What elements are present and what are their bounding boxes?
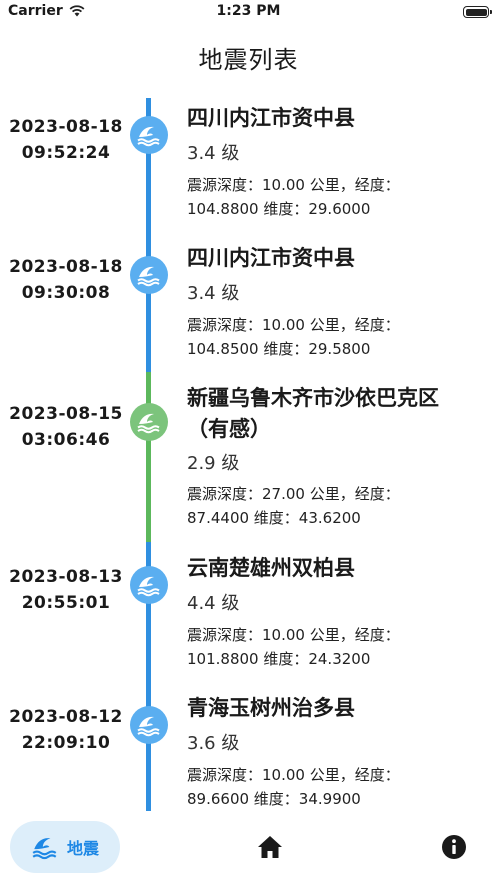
- timeline-node: [130, 256, 168, 294]
- event-magnitude: 3.6 级: [187, 733, 240, 754]
- event-date-time: 03:06:46: [21, 430, 111, 450]
- tab-earthquakes[interactable]: 地震: [10, 821, 120, 873]
- event-detail: 震源深度：10.00 公里，经度： 104.8500 维度：29.5800: [187, 313, 487, 361]
- event-magnitude: 3.4 级: [187, 143, 240, 164]
- page-title: 地震列表: [198, 46, 299, 74]
- event-detail: 震源深度：10.00 公里，经度： 104.8800 维度：29.6000: [187, 173, 487, 221]
- event-magnitude: 4.4 级: [187, 593, 240, 614]
- event-location-line: 新疆乌鲁木齐市沙依巴克区: [187, 386, 439, 410]
- tab-bar: 地震: [0, 811, 497, 883]
- event-date-day: 2023-08-18: [9, 117, 123, 137]
- earthquake-timeline[interactable]: 2023-08-18 09:52:24 四川内江市资中县 3.4 级 震源深度：…: [0, 98, 497, 811]
- event-detail: 震源深度：27.00 公里，经度： 87.4400 维度：43.6200: [187, 482, 487, 530]
- status-time: 1:23 PM: [216, 3, 281, 19]
- timeline-node: [130, 116, 168, 154]
- event-date: 2023-08-18 09:52:24: [0, 114, 132, 166]
- event-coordinates: 101.8800 维度：24.3200: [187, 650, 371, 668]
- event-coordinates: 104.8500 维度：29.5800: [187, 340, 371, 358]
- timeline-node: [130, 403, 168, 441]
- event-location: 青海玉树州治多县: [187, 696, 355, 720]
- event-depth-longitude: 震源深度：10.00 公里，经度：: [187, 316, 400, 334]
- event-date-time: 20:55:01: [21, 593, 111, 613]
- event-depth-longitude: 震源深度：27.00 公里，经度：: [187, 485, 400, 503]
- event-magnitude: 2.9 级: [187, 453, 240, 474]
- event-depth-longitude: 震源深度：10.00 公里，经度：: [187, 176, 400, 194]
- event-date-day: 2023-08-12: [9, 707, 123, 727]
- home-icon[interactable]: [257, 835, 283, 859]
- event-depth-longitude: 震源深度：10.00 公里，经度：: [187, 626, 400, 644]
- event-location: 云南楚雄州双柏县: [187, 556, 355, 580]
- event-date-time: 09:52:24: [21, 143, 111, 163]
- event-magnitude: 3.4 级: [187, 283, 240, 304]
- event-date: 2023-08-18 09:30:08: [0, 254, 132, 306]
- event-felt-note: （有感）: [187, 417, 271, 441]
- event-date: 2023-08-13 20:55:01: [0, 564, 132, 616]
- event-detail: 震源深度：10.00 公里，经度： 89.6600 维度：34.9900: [187, 763, 487, 811]
- event-depth-longitude: 震源深度：10.00 公里，经度：: [187, 766, 400, 784]
- event-coordinates: 104.8800 维度：29.6000: [187, 200, 371, 218]
- wave-icon: [137, 126, 160, 147]
- tab-earthquakes-label: 地震: [66, 839, 99, 858]
- wave-icon: [137, 716, 160, 737]
- status-bar: Carrier 1:23 PM: [0, 0, 497, 26]
- wave-icon: [137, 413, 160, 434]
- event-date-day: 2023-08-13: [9, 567, 123, 587]
- event-detail: 震源深度：10.00 公里，经度： 101.8800 维度：24.3200: [187, 623, 487, 671]
- wave-icon: [137, 266, 160, 287]
- event-date-time: 09:30:08: [21, 283, 111, 303]
- timeline-node: [130, 706, 168, 744]
- battery-icon: [463, 6, 492, 18]
- event-location: 新疆乌鲁木齐市沙依巴克区 （有感）: [187, 383, 487, 445]
- wave-icon: [137, 576, 160, 597]
- event-date-time: 22:09:10: [21, 733, 111, 753]
- event-date: 2023-08-12 22:09:10: [0, 704, 132, 756]
- event-date: 2023-08-15 03:06:46: [0, 401, 132, 453]
- timeline-node: [130, 566, 168, 604]
- event-coordinates: 89.6600 维度：34.9900: [187, 790, 361, 808]
- info-icon[interactable]: [441, 834, 467, 860]
- event-coordinates: 87.4400 维度：43.6200: [187, 509, 361, 527]
- event-date-day: 2023-08-15: [9, 404, 123, 424]
- wave-icon: [32, 838, 57, 860]
- event-date-day: 2023-08-18: [9, 257, 123, 277]
- event-location: 四川内江市资中县: [187, 246, 355, 270]
- event-location: 四川内江市资中县: [187, 106, 355, 130]
- timeline-line-segment: [146, 372, 151, 542]
